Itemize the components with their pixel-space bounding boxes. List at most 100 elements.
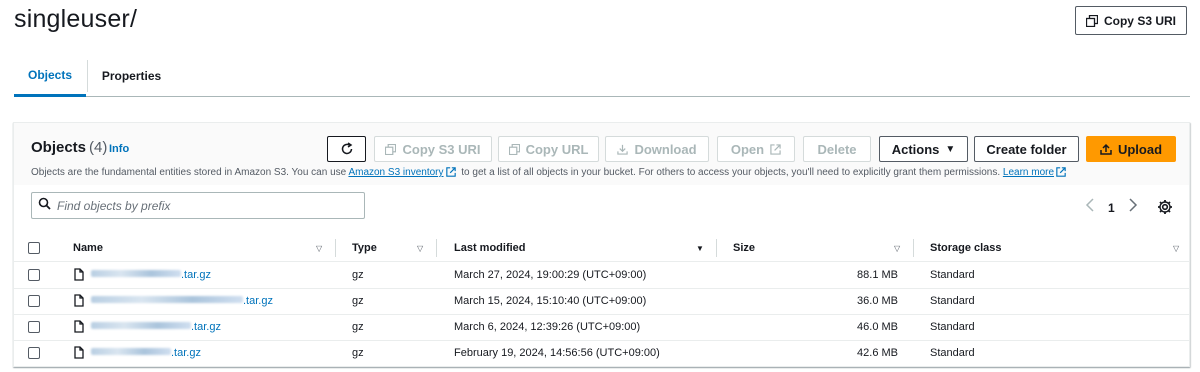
column-divider: [716, 239, 717, 257]
object-name-suffix: .tar.gz: [181, 269, 211, 281]
open-label: Open: [730, 141, 765, 157]
column-divider: [335, 239, 336, 257]
object-size: 88.1 MB: [857, 269, 898, 281]
copy-s3-uri-button[interactable]: Copy S3 URI: [374, 136, 492, 162]
sort-icon[interactable]: ▽: [894, 244, 900, 253]
row-checkbox[interactable]: [28, 321, 40, 333]
object-type: gz: [352, 347, 364, 359]
table-row[interactable]: .tar.gz gz March 27, 2024, 19:00:29 (UTC…: [14, 263, 1189, 289]
file-icon: [74, 294, 84, 312]
delete-button[interactable]: Delete: [803, 136, 871, 162]
copy-url-button[interactable]: Copy URL: [498, 136, 599, 162]
external-link-icon: [770, 143, 781, 155]
object-storage-class: Standard: [930, 347, 975, 359]
description-text-2: to get a list of all objects in your buc…: [458, 167, 1003, 178]
row-checkbox[interactable]: [28, 347, 40, 359]
redacted-name: [91, 322, 191, 329]
redacted-name: [91, 348, 171, 355]
object-storage-class: Standard: [930, 269, 975, 281]
column-size[interactable]: Size: [733, 242, 755, 254]
object-size: 46.0 MB: [857, 321, 898, 333]
create-folder-button[interactable]: Create folder: [974, 136, 1079, 162]
sort-icon[interactable]: ▽: [316, 244, 322, 253]
sort-icon[interactable]: ▽: [417, 244, 423, 253]
column-name[interactable]: Name: [73, 242, 103, 254]
copy-s3-uri-header-label: Copy S3 URI: [1103, 13, 1176, 28]
file-icon: [74, 268, 84, 286]
object-type: gz: [352, 295, 364, 307]
delete-label: Delete: [817, 141, 857, 157]
search-input[interactable]: [57, 198, 347, 213]
refresh-icon: [340, 142, 354, 156]
row-checkbox[interactable]: [28, 295, 40, 307]
external-link-icon: [445, 167, 456, 180]
panel-title: Objects (4): [31, 139, 107, 156]
description-text-1: Objects are the fundamental entities sto…: [31, 167, 349, 178]
object-storage-class: Standard: [930, 321, 975, 333]
object-name-link[interactable]: .tar.gz: [91, 295, 273, 307]
actions-label: Actions: [891, 141, 940, 157]
object-name-link[interactable]: .tar.gz: [91, 269, 211, 281]
refresh-button[interactable]: [327, 136, 366, 162]
file-icon: [74, 346, 84, 364]
copy-url-label: Copy URL: [525, 141, 589, 157]
table-header: Name ▽ Type ▽ Last modified ▼ Size ▽ Sto…: [14, 236, 1189, 262]
objects-panel: Objects (4) Info Copy S3 URI Copy URL Dow…: [13, 122, 1190, 367]
copy-icon: [508, 143, 520, 155]
column-last-modified[interactable]: Last modified: [454, 242, 526, 254]
inventory-link[interactable]: Amazon S3 inventory: [348, 167, 443, 178]
download-label: Download: [634, 141, 697, 157]
tab-bar: Objects Properties: [14, 56, 1190, 97]
sorted-desc-icon[interactable]: ▼: [696, 244, 704, 253]
object-last-modified: March 27, 2024, 19:00:29 (UTC+09:00): [454, 269, 647, 281]
open-button[interactable]: Open: [717, 136, 795, 162]
create-folder-label: Create folder: [986, 141, 1067, 157]
redacted-name: [91, 270, 181, 277]
object-type: gz: [352, 321, 364, 333]
panel-description: Objects are the fundamental entities sto…: [31, 167, 1069, 180]
actions-dropdown[interactable]: Actions ▼: [879, 136, 968, 162]
row-checkbox[interactable]: [28, 269, 40, 281]
table-row[interactable]: .tar.gz gz February 19, 2024, 14:56:56 (…: [14, 341, 1189, 367]
object-storage-class: Standard: [930, 295, 975, 307]
column-storage-class[interactable]: Storage class: [930, 242, 1002, 254]
download-button[interactable]: Download: [605, 136, 709, 162]
file-icon: [74, 320, 84, 338]
download-icon: [617, 144, 629, 155]
object-last-modified: March 15, 2024, 15:10:40 (UTC+09:00): [454, 295, 647, 307]
panel-title-text: Objects: [31, 139, 87, 156]
table-row[interactable]: .tar.gz gz March 15, 2024, 15:10:40 (UTC…: [14, 289, 1189, 315]
column-divider: [913, 239, 914, 257]
tab-properties[interactable]: Properties: [87, 60, 175, 92]
object-last-modified: February 19, 2024, 14:56:56 (UTC+09:00): [454, 347, 660, 359]
info-link[interactable]: Info: [109, 143, 129, 155]
caret-down-icon: ▼: [945, 143, 956, 155]
external-link-icon: [1056, 167, 1066, 180]
learn-more-link[interactable]: Learn more: [1003, 167, 1054, 178]
upload-button[interactable]: Upload: [1086, 136, 1176, 162]
object-name-suffix: .tar.gz: [171, 347, 201, 359]
column-type[interactable]: Type: [352, 242, 377, 254]
object-name-suffix: .tar.gz: [191, 321, 221, 333]
previous-page-icon[interactable]: [1085, 198, 1095, 215]
page-title: singleuser/: [14, 5, 138, 33]
next-page-icon[interactable]: [1128, 198, 1138, 215]
tab-objects[interactable]: Objects: [14, 56, 86, 97]
object-type: gz: [352, 269, 364, 281]
object-name-link[interactable]: .tar.gz: [91, 347, 201, 359]
search-icon: [38, 197, 51, 215]
gear-icon[interactable]: [1157, 199, 1173, 220]
search-box: [31, 192, 365, 219]
upload-label: Upload: [1117, 141, 1163, 157]
copy-icon: [385, 143, 397, 155]
object-name-suffix: .tar.gz: [243, 295, 273, 307]
sort-icon[interactable]: ▽: [1173, 244, 1179, 253]
select-all-checkbox[interactable]: [28, 242, 40, 254]
page-number[interactable]: 1: [1108, 201, 1115, 215]
table-row[interactable]: .tar.gz gz March 6, 2024, 12:39:26 (UTC+…: [14, 315, 1189, 341]
object-name-link[interactable]: .tar.gz: [91, 321, 221, 333]
column-divider: [436, 239, 437, 257]
object-size: 36.0 MB: [857, 295, 898, 307]
copy-s3-uri-header-button[interactable]: Copy S3 URI: [1075, 6, 1187, 35]
object-size: 42.6 MB: [857, 347, 898, 359]
